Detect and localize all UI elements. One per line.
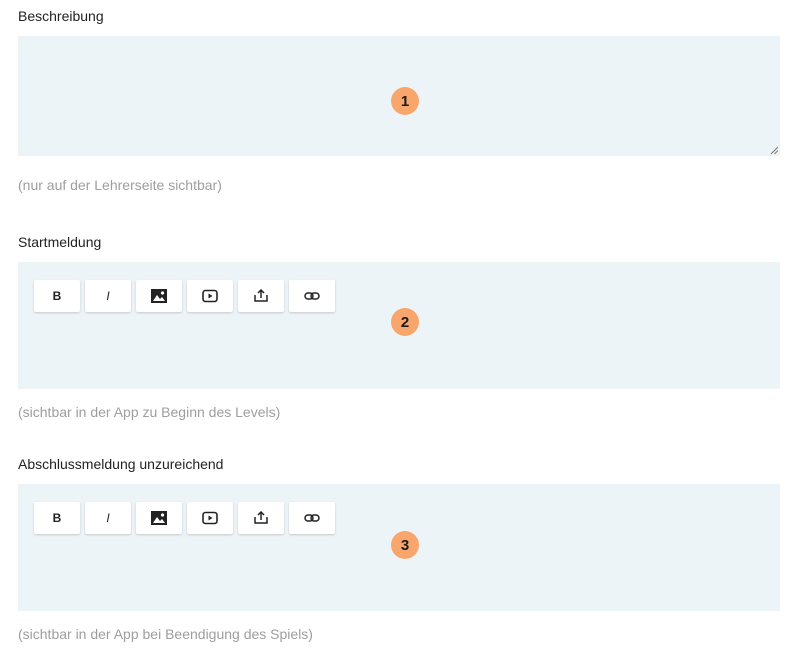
upload-button[interactable]: [238, 502, 284, 534]
abschlussmeldung-editor[interactable]: B I 3: [18, 484, 780, 611]
startmeldung-label: Startmeldung: [18, 234, 102, 250]
upload-icon: [254, 289, 268, 302]
startmeldung-toolbar: B I: [34, 280, 335, 312]
upload-icon: [254, 511, 268, 524]
insert-link-button[interactable]: [289, 502, 335, 534]
insert-video-button[interactable]: [187, 502, 233, 534]
beschreibung-hint: (nur auf der Lehrerseite sichtbar): [18, 177, 222, 193]
insert-link-button[interactable]: [289, 280, 335, 312]
video-icon: [202, 511, 218, 525]
annotation-badge-3: 3: [391, 531, 419, 559]
italic-button[interactable]: I: [85, 280, 131, 312]
startmeldung-hint: (sichtbar in der App zu Beginn des Level…: [18, 404, 281, 420]
annotation-badge-1: 1: [391, 87, 419, 115]
abschlussmeldung-toolbar: B I: [34, 502, 335, 534]
annotation-badge-2: 2: [391, 308, 419, 336]
link-icon: [304, 514, 320, 522]
insert-image-button[interactable]: [136, 502, 182, 534]
beschreibung-textarea-container: 1: [18, 36, 780, 156]
startmeldung-editor[interactable]: B I 2: [18, 262, 780, 389]
upload-button[interactable]: [238, 280, 284, 312]
bold-button[interactable]: B: [34, 280, 80, 312]
image-icon: [151, 511, 167, 525]
video-icon: [202, 289, 218, 303]
image-icon: [151, 289, 167, 303]
italic-button[interactable]: I: [85, 502, 131, 534]
resize-handle-icon[interactable]: [770, 146, 778, 154]
bold-button[interactable]: B: [34, 502, 80, 534]
insert-image-button[interactable]: [136, 280, 182, 312]
insert-video-button[interactable]: [187, 280, 233, 312]
abschlussmeldung-hint: (sichtbar in der App bei Beendigung des …: [18, 626, 313, 642]
abschlussmeldung-label: Abschlussmeldung unzureichend: [18, 456, 224, 472]
beschreibung-label: Beschreibung: [18, 8, 104, 24]
link-icon: [304, 292, 320, 300]
